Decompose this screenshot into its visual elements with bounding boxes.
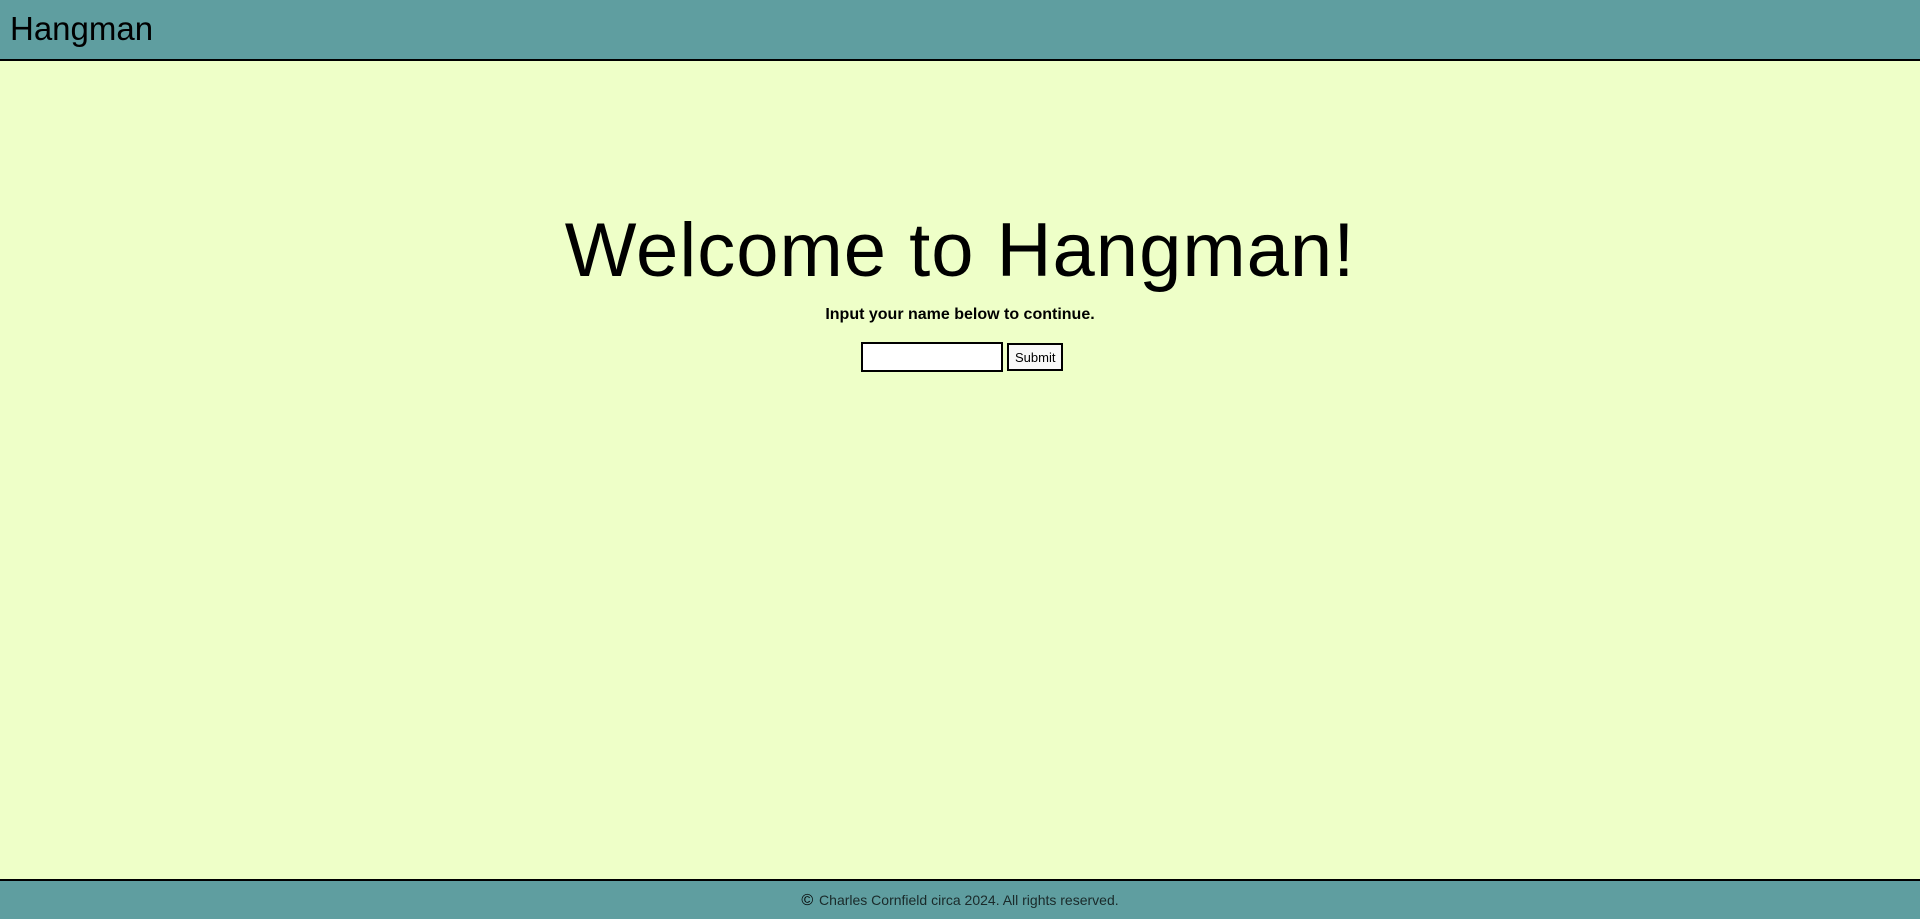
welcome-heading: Welcome to Hangman!	[564, 208, 1356, 293]
name-input[interactable]	[861, 342, 1003, 372]
header-bar: Hangman	[0, 0, 1920, 61]
copyright-icon: ©	[801, 892, 814, 909]
name-form: Submit	[861, 341, 1064, 373]
footer-text: Charles Cornfield circa 2024. All rights…	[819, 892, 1119, 908]
name-prompt: Input your name below to continue.	[825, 306, 1095, 323]
footer-bar: © Charles Cornfield circa 2024. All righ…	[0, 879, 1920, 919]
site-title: Hangman	[10, 10, 154, 47]
submit-button[interactable]: Submit	[1007, 343, 1064, 371]
main-content: Welcome to Hangman! Input your name belo…	[0, 61, 1920, 879]
